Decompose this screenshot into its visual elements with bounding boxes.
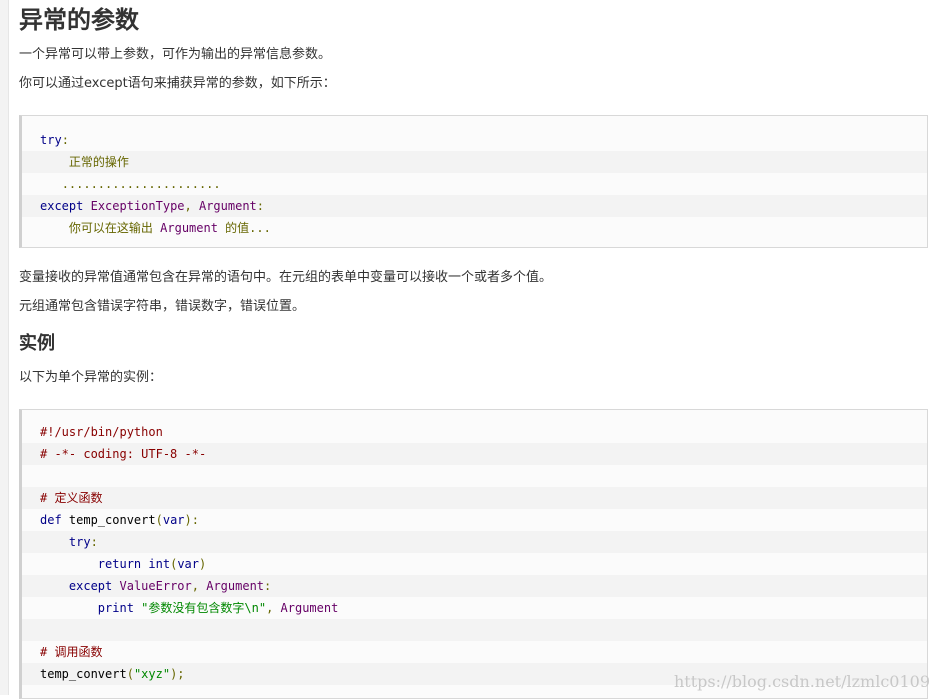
code-token: : (90, 535, 98, 549)
code-token: 的值... (217, 221, 271, 235)
code-token: "参数没有包含数字\n" (141, 601, 267, 615)
code-line: # 调用函数 (22, 641, 927, 663)
code-line: print "参数没有包含数字\n", Argument (22, 597, 927, 619)
code-token: int (148, 557, 171, 571)
code-token: temp_convert (61, 513, 156, 527)
code-token: , (184, 199, 192, 213)
code-token: : (61, 133, 69, 147)
code-token: except (40, 199, 84, 213)
code-token: "xyz" (133, 667, 171, 681)
code-block-syntax: try: 正常的操作 ...................... except … (19, 115, 928, 248)
code-token: var (162, 513, 185, 527)
code-line: # -*- coding: UTF-8 -*- (22, 443, 927, 465)
code-token: return (97, 557, 142, 571)
code-line: return int(var) (22, 553, 927, 575)
code-block-example: #!/usr/bin/python # -*- coding: UTF-8 -*-… (19, 409, 928, 699)
code-line (22, 619, 927, 641)
code-token: ); (170, 667, 185, 681)
code-token: ): (184, 513, 199, 527)
code-token: #!/usr/bin/python (40, 425, 163, 439)
code-token: # -*- coding: UTF-8 -*- (40, 447, 207, 461)
code-token: ...................... (61, 177, 221, 191)
code-line: except ValueError, Argument: (22, 575, 927, 597)
code-token: Argument (280, 601, 339, 615)
code-token: : (256, 199, 265, 213)
code-token: : (264, 579, 272, 593)
code-line: ...................... (22, 173, 927, 195)
code-token: Argument (160, 221, 218, 235)
code-line: 正常的操作 (22, 151, 927, 173)
code-token: Argument (198, 199, 257, 213)
code-token: try (40, 133, 62, 147)
intro-paragraph-2: 你可以通过except语句来捕获异常的参数，如下所示： (19, 76, 336, 91)
page-title: 异常的参数 (19, 6, 139, 34)
code-token: 你可以在这输出 (68, 221, 161, 235)
code-token: try (68, 535, 91, 549)
middle-paragraph-2: 元组通常包含错误字符串，错误数字，错误位置。 (19, 299, 306, 314)
code-token: # 定义函数 (40, 491, 103, 505)
code-line: #!/usr/bin/python (22, 421, 927, 443)
code-line: try: (22, 129, 927, 151)
code-token: ( (155, 513, 163, 527)
code-token: , (191, 579, 199, 593)
watermark: https://blog.csdn.net/lzmlc0109 (673, 672, 930, 691)
code-token: ValueError (119, 579, 192, 593)
code-line: except ExceptionType, Argument: (22, 195, 927, 217)
example-heading: 实例 (19, 333, 55, 354)
code-token: 正常的操作 (68, 155, 129, 169)
code-token: ( (126, 667, 134, 681)
code-line: def temp_convert(var): (22, 509, 927, 531)
middle-paragraph-1: 变量接收的异常值通常包含在异常的语句中。在元组的表单中变量可以接收一个或者多个值… (19, 270, 553, 285)
code-token: # 调用函数 (40, 645, 103, 659)
example-intro: 以下为单个异常的实例： (19, 370, 163, 385)
left-margin-bar (0, 0, 9, 695)
code-token: Argument (206, 579, 265, 593)
code-line: try: (22, 531, 927, 553)
code-token: def (40, 513, 62, 527)
code-line: # 定义函数 (22, 487, 927, 509)
code-token: ExceptionType (90, 199, 185, 213)
code-token: except (68, 579, 113, 593)
code-line: 你可以在这输出 Argument 的值... (22, 217, 927, 239)
intro-paragraph-1: 一个异常可以带上参数，可作为输出的异常信息参数。 (19, 47, 332, 62)
code-token: temp_convert (40, 667, 127, 681)
code-token: print (97, 601, 134, 615)
code-token: ) (199, 557, 207, 571)
code-token: var (177, 557, 199, 571)
